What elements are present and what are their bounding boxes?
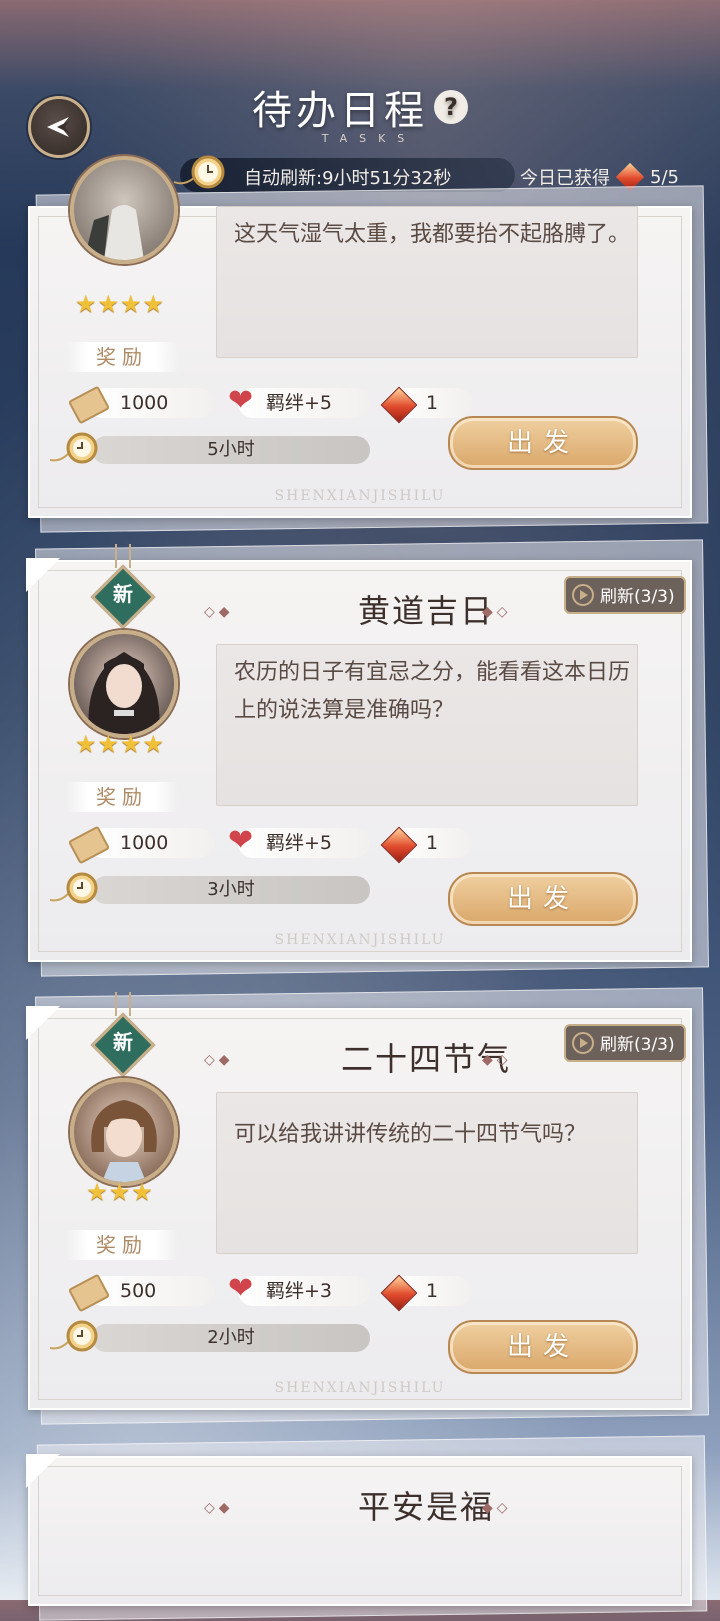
pocket-watch-icon bbox=[50, 1320, 98, 1352]
coin-amount: 1000 bbox=[120, 832, 169, 854]
title-ornament-right: ◆◇ bbox=[482, 1500, 512, 1516]
reward-label: 奖励 bbox=[66, 782, 178, 812]
title-ornament-right: ◆◇ bbox=[482, 1052, 512, 1068]
refresh-label: 刷新(3/3) bbox=[600, 587, 675, 607]
card-corner bbox=[26, 1006, 60, 1040]
watermark: SHENXIANJISHILU bbox=[274, 1380, 446, 1396]
play-icon bbox=[572, 584, 594, 606]
task-card-3: 新 ◇◆ 二十四节气 ◆◇ 刷新(3/3) 可以给我讲讲传统的二十四节气吗？ ★… bbox=[26, 987, 709, 1425]
card-corner bbox=[26, 1454, 60, 1488]
task-card-1: 这天气湿气太重，我都要抬不起胳膊了。 ★★★★ 奖励 1000 ❤ 羁绊+5 1… bbox=[28, 156, 709, 533]
watermark: SHENXIANJISHILU bbox=[274, 488, 446, 504]
auto-refresh-timer: 自动刷新:9小时51分32秒 bbox=[244, 168, 452, 189]
gem-amount: 1 bbox=[426, 1280, 439, 1302]
reward-label: 奖励 bbox=[66, 1230, 178, 1260]
character-avatar[interactable] bbox=[70, 630, 178, 738]
star-rating: ★★★ bbox=[86, 1178, 154, 1206]
bond-amount: 羁绊+5 bbox=[266, 832, 333, 854]
refresh-label: 刷新(3/3) bbox=[600, 1035, 675, 1055]
task-card-2: 新 ◇◆ 黄道吉日 ◆◇ 刷新(3/3) 农历的日子有宜忌之分，能看看这本日历上… bbox=[26, 539, 709, 977]
page-title: 待办日程 bbox=[252, 88, 428, 134]
depart-button[interactable]: 出发 bbox=[448, 1320, 638, 1374]
task-title: 平安是福 bbox=[357, 1488, 494, 1526]
duration-text: 5小时 bbox=[207, 439, 255, 460]
heart-icon: ❤ bbox=[228, 383, 254, 418]
coin-amount: 500 bbox=[120, 1280, 157, 1302]
star-rating: ★★★★ bbox=[74, 290, 166, 318]
character-avatar[interactable] bbox=[70, 156, 178, 264]
duration-text: 2小时 bbox=[207, 1327, 255, 1348]
page-subtitle: TASKS bbox=[321, 132, 417, 145]
coin-amount: 1000 bbox=[120, 392, 169, 414]
task-dialog: 这天气湿气太重，我都要抬不起胳膊了。 bbox=[234, 222, 631, 247]
bond-amount: 羁绊+3 bbox=[266, 1280, 333, 1302]
duration-text: 3小时 bbox=[207, 879, 255, 900]
pocket-watch-icon bbox=[50, 432, 98, 464]
task-card-4: ◇◆ 平安是福 ◆◇ bbox=[26, 1435, 708, 1621]
task-dialog: 可以给我讲讲传统的二十四节气吗？ bbox=[234, 1122, 587, 1147]
title-ornament-right: ◆◇ bbox=[482, 604, 512, 620]
help-icon[interactable]: ? bbox=[434, 90, 468, 124]
gem-amount: 1 bbox=[426, 392, 439, 414]
new-badge-label: 新 bbox=[113, 1030, 133, 1054]
new-badge-label: 新 bbox=[113, 582, 133, 606]
depart-button[interactable]: 出发 bbox=[448, 416, 638, 470]
play-icon bbox=[572, 1032, 594, 1054]
reward-label: 奖励 bbox=[66, 342, 178, 372]
star-rating: ★★★★ bbox=[74, 730, 166, 758]
refresh-button[interactable]: 刷新(3/3) bbox=[564, 1024, 686, 1062]
character-avatar[interactable] bbox=[70, 1078, 178, 1186]
card-corner bbox=[26, 558, 60, 592]
pocket-watch-icon bbox=[173, 155, 225, 189]
heart-icon: ❤ bbox=[228, 1271, 254, 1306]
pocket-watch-icon bbox=[50, 872, 98, 904]
gem-amount: 1 bbox=[426, 832, 439, 854]
refresh-button[interactable]: 刷新(3/3) bbox=[564, 576, 686, 614]
heart-icon: ❤ bbox=[228, 823, 254, 858]
depart-button[interactable]: 出发 bbox=[448, 872, 638, 926]
task-dialog: 农历的日子有宜忌之分，能看看这本日历上的说法算是准确吗？ bbox=[234, 660, 631, 723]
watermark: SHENXIANJISHILU bbox=[274, 932, 446, 948]
bond-amount: 羁绊+5 bbox=[266, 392, 333, 414]
page-title-block: 待办日程 ? TASKS bbox=[0, 78, 720, 145]
card-body bbox=[28, 1456, 692, 1606]
earned-value: 5/5 bbox=[650, 166, 679, 188]
